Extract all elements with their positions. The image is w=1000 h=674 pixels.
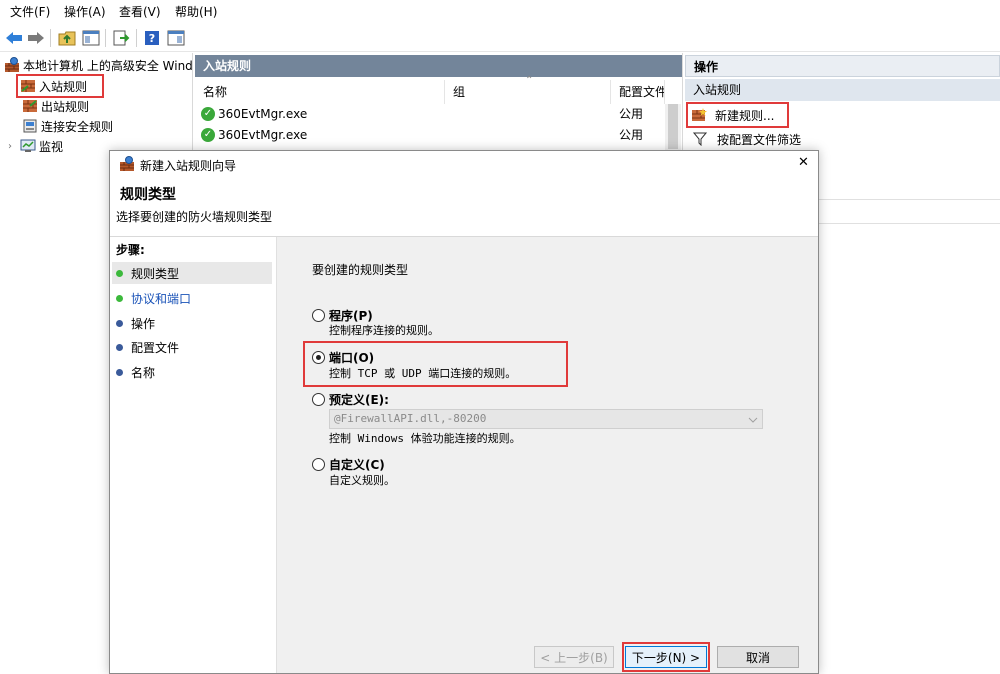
table-row[interactable]: ✓ 360EvtMgr.exe 公用	[195, 125, 665, 146]
dialog-titlebar: 新建入站规则向导 ✕	[110, 151, 818, 177]
scrollbar-thumb[interactable]	[668, 104, 678, 149]
column-header-profile[interactable]: 配置文件	[611, 80, 665, 104]
step-label: 名称	[131, 365, 156, 380]
inbound-rules-icon	[21, 80, 35, 92]
option-custom-label: 自定义(C)	[329, 458, 385, 472]
wizard-content: 要创建的规则类型 程序(P) 控制程序连接的规则。 端口(O) 控制 TCP 或…	[276, 237, 818, 673]
radio-predefined[interactable]	[312, 393, 325, 406]
outbound-rules-icon	[23, 100, 37, 112]
tree-root[interactable]: 本地计算机 上的高级安全 Wind	[4, 55, 192, 75]
new-rule-action[interactable]: 新建规则...	[686, 102, 789, 128]
step-label: 配置文件	[131, 340, 180, 355]
rule-type-prompt: 要创建的规则类型	[312, 263, 409, 277]
radio-port[interactable]	[312, 351, 325, 364]
help-icon[interactable]: ?	[141, 27, 163, 49]
table-row[interactable]: ✓ 360EvtMgr.exe 公用	[195, 104, 665, 125]
step-label: 协议和端口	[131, 291, 192, 306]
option-predefined[interactable]: 预定义(E):	[312, 391, 389, 408]
enabled-check-icon: ✓	[201, 128, 215, 142]
actions-header: 操作	[685, 55, 1000, 77]
step-profile: 配置文件	[112, 336, 272, 358]
svg-text:?: ?	[149, 32, 155, 45]
actions-section-inbound[interactable]: 入站规则	[685, 79, 1000, 101]
dialog-title: 新建入站规则向导	[140, 159, 237, 173]
menu-file[interactable]: 文件(F)	[10, 5, 50, 19]
menu-help[interactable]: 帮助(H)	[175, 5, 217, 19]
step-status-dot-icon	[116, 343, 123, 351]
firewall-icon	[120, 156, 134, 171]
firewall-icon	[5, 57, 19, 72]
rule-name: 360EvtMgr.exe	[218, 128, 308, 142]
forward-arrow-icon[interactable]	[25, 27, 47, 49]
monitor-icon	[20, 139, 36, 152]
option-port-label: 端口(O)	[329, 351, 375, 365]
tree-item-connection-security-rules[interactable]: 连接安全规则	[22, 116, 182, 136]
predefined-select[interactable]: @FirewallAPI.dll,-80200	[329, 409, 763, 429]
dialog-header: 规则类型 选择要创建的防火墙规则类型	[110, 177, 818, 237]
step-status-dot-icon	[116, 319, 123, 327]
wizard-steps: 步骤: 规则类型 协议和端口 操作 配置文件 名称	[110, 237, 276, 673]
column-header-name[interactable]: 名称	[195, 80, 445, 104]
menu-view[interactable]: 查看(V)	[119, 5, 161, 19]
option-port[interactable]: 端口(O)	[312, 349, 374, 366]
rule-name: 360EvtMgr.exe	[218, 107, 308, 121]
rule-profile: 公用	[619, 107, 644, 121]
chevron-down-icon	[748, 417, 758, 423]
tree-root-label: 本地计算机 上的高级安全 Wind	[23, 58, 192, 73]
action-pane-icon[interactable]	[165, 27, 187, 49]
step-action: 操作	[112, 312, 272, 334]
next-button[interactable]: 下一步(N) >	[625, 646, 707, 668]
tree-item-label: 连接安全规则	[41, 119, 114, 134]
step-label: 操作	[131, 316, 156, 331]
menu-bar: 文件(F) 操作(A) 查看(V) 帮助(H)	[0, 0, 1000, 24]
tree-item-label: 监视	[39, 139, 64, 154]
new-inbound-rule-wizard: 新建入站规则向导 ✕ 规则类型 选择要创建的防火墙规则类型 步骤: 规则类型 协…	[109, 150, 819, 674]
expand-chevron-icon[interactable]: ›	[8, 141, 20, 152]
step-label: 规则类型	[131, 266, 180, 281]
sort-arrow-icon: ⌃	[525, 75, 534, 86]
new-rule-label: 新建规则...	[715, 108, 775, 123]
option-program-desc: 控制程序连接的规则。	[329, 324, 439, 337]
new-rule-icon	[692, 108, 707, 121]
export-list-icon[interactable]	[110, 27, 132, 49]
step-status-dot-icon	[116, 294, 123, 302]
filter-by-profile-label: 按配置文件筛选	[717, 132, 802, 147]
step-rule-type: 规则类型	[112, 262, 272, 284]
rule-profile: 公用	[619, 128, 644, 142]
up-folder-icon[interactable]	[56, 27, 78, 49]
filter-icon	[693, 132, 707, 146]
radio-custom[interactable]	[312, 458, 325, 471]
tree-item-label: 入站规则	[39, 79, 88, 94]
step-status-dot-icon	[116, 269, 123, 277]
toolbar: ?	[0, 24, 1000, 52]
connection-security-icon	[23, 119, 37, 133]
step-status-dot-icon	[116, 368, 123, 376]
rules-pane-header: 入站规则	[195, 55, 682, 77]
cancel-button[interactable]: 取消	[717, 646, 799, 668]
option-custom-desc: 自定义规则。	[329, 474, 395, 487]
menu-action[interactable]: 操作(A)	[64, 5, 106, 19]
radio-program[interactable]	[312, 309, 325, 322]
tree-item-label: 出站规则	[41, 99, 90, 114]
page-subtitle: 选择要创建的防火墙规则类型	[116, 210, 273, 224]
option-port-desc: 控制 TCP 或 UDP 端口连接的规则。	[329, 367, 517, 380]
step-protocol-port[interactable]: 协议和端口	[112, 287, 272, 309]
back-arrow-icon[interactable]	[3, 27, 25, 49]
show-hide-tree-icon[interactable]	[80, 27, 102, 49]
steps-label: 步骤:	[116, 243, 145, 257]
filter-by-profile-action[interactable]: 按配置文件筛选	[693, 128, 893, 150]
tree-item-outbound-rules[interactable]: 出站规则	[22, 96, 182, 116]
option-custom[interactable]: 自定义(C)	[312, 456, 385, 473]
enabled-check-icon: ✓	[201, 107, 215, 121]
page-title: 规则类型	[120, 187, 176, 203]
option-predefined-label: 预定义(E):	[329, 393, 389, 407]
tree-item-inbound-rules[interactable]: 入站规则	[16, 74, 104, 98]
predefined-select-value: @FirewallAPI.dll,-80200	[334, 412, 487, 425]
close-icon[interactable]: ✕	[798, 155, 809, 170]
back-button[interactable]: < 上一步(B)	[534, 646, 614, 668]
step-name: 名称	[112, 361, 272, 383]
option-predefined-desc: 控制 Windows 体验功能连接的规则。	[329, 432, 521, 445]
